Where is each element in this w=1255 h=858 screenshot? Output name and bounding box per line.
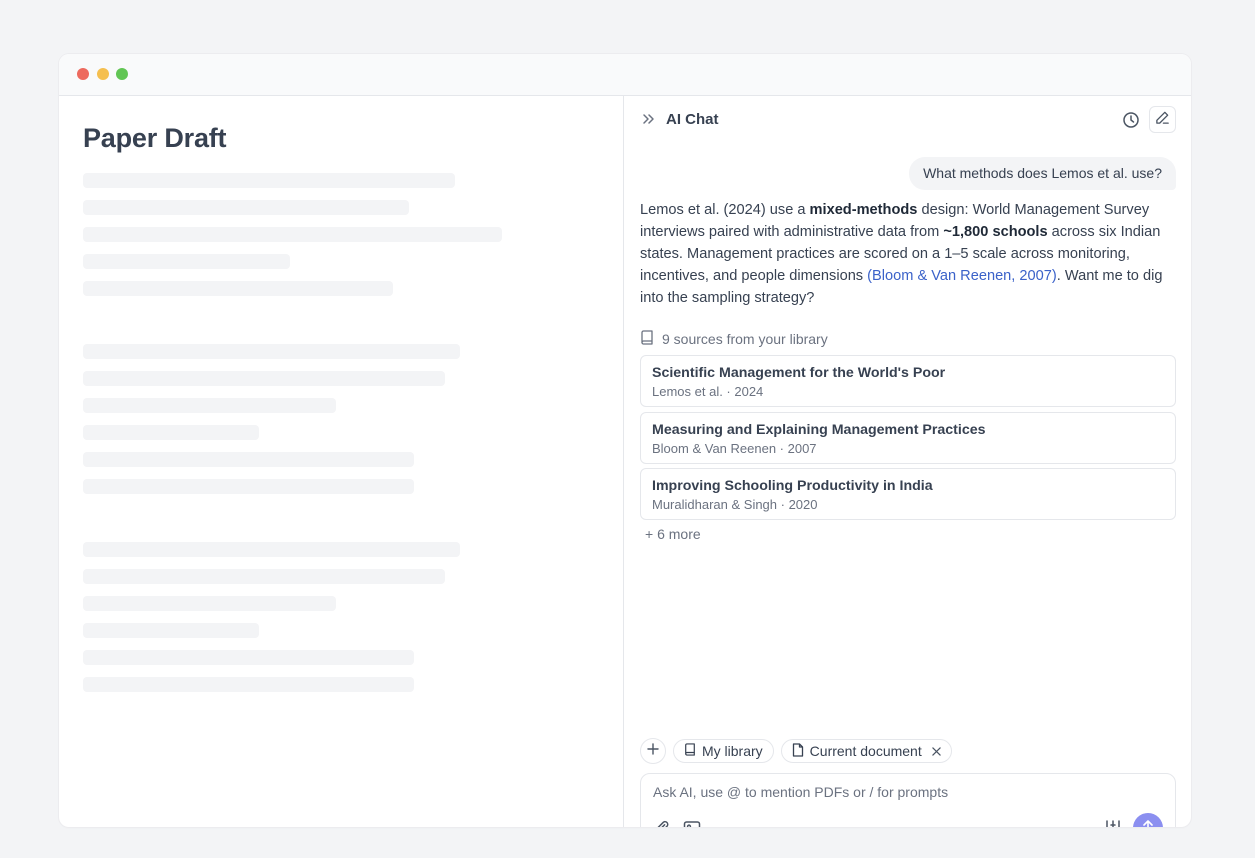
source-meta: Muralidharan & Singh · 2020	[652, 497, 818, 512]
text-placeholder-line	[83, 398, 336, 413]
close-icon[interactable]	[932, 743, 941, 759]
text-placeholder-line	[83, 677, 414, 692]
sources-count-label: 9 sources from your library	[662, 331, 828, 347]
source-meta: Lemos et al. · 2024	[652, 384, 764, 399]
source-title: Improving Schooling Productivity in Indi…	[652, 478, 933, 494]
text-placeholder-line	[83, 371, 445, 386]
source-card[interactable]: Measuring and Explaining Management Prac…	[640, 412, 1176, 464]
window-close-dot[interactable]	[77, 68, 89, 80]
source-card[interactable]: Improving Schooling Productivity in Indi…	[640, 468, 1176, 520]
text-placeholder-line	[83, 200, 409, 215]
window-titlebar	[59, 54, 1191, 96]
current-document-chip-label: Current document	[809, 743, 922, 759]
ai-response-text: Lemos et al. (2024) use a	[640, 202, 810, 218]
ai-response-bold: mixed-methods	[809, 202, 918, 218]
text-placeholder-line	[83, 344, 460, 359]
text-placeholder-line	[83, 173, 455, 188]
text-placeholder-line	[83, 542, 460, 557]
image-icon[interactable]	[682, 819, 702, 827]
ai-chat-panel: AI Chat What methods does Lemos et al. u…	[625, 96, 1191, 827]
citation-link[interactable]: (Bloom & Van Reenen, 2007)	[867, 268, 1057, 284]
clock-icon[interactable]	[1122, 111, 1140, 129]
text-placeholder-line	[83, 254, 290, 269]
text-placeholder-line	[83, 623, 259, 638]
text-placeholder-line	[83, 452, 414, 467]
sliders-icon[interactable]	[1103, 818, 1123, 827]
more-sources-link[interactable]: + 6 more	[645, 526, 701, 542]
chat-header: AI Chat	[625, 96, 1191, 144]
text-placeholder-line	[83, 479, 414, 494]
app-window: Paper Draft AI Chat What methods does Le…	[59, 54, 1191, 827]
book-icon	[684, 743, 696, 759]
text-placeholder-line	[83, 227, 502, 242]
text-placeholder-line	[83, 425, 259, 440]
text-placeholder-line	[83, 281, 393, 296]
add-context-button[interactable]	[640, 738, 666, 764]
ai-response: Lemos et al. (2024) use a mixed-methods …	[640, 199, 1176, 309]
ai-response-bold: ~1,800 schools	[943, 224, 1048, 240]
text-placeholder-line	[83, 596, 336, 611]
book-icon	[640, 330, 654, 348]
paperclip-icon[interactable]	[653, 819, 673, 827]
double-chevron-right-icon[interactable]	[640, 111, 656, 127]
file-icon	[792, 742, 804, 760]
window-maximize-dot[interactable]	[116, 68, 128, 80]
send-button[interactable]	[1133, 813, 1163, 827]
new-chat-button[interactable]	[1149, 106, 1176, 133]
plus-icon	[647, 742, 659, 760]
library-chip-label: My library	[702, 743, 763, 759]
window-minimize-dot[interactable]	[97, 68, 109, 80]
source-title: Measuring and Explaining Management Prac…	[652, 422, 986, 438]
chat-input[interactable]	[653, 784, 1153, 800]
source-card[interactable]: Scientific Management for the World's Po…	[640, 355, 1176, 407]
document-pane: Paper Draft	[59, 96, 624, 827]
chat-title: AI Chat	[666, 111, 719, 128]
context-chips-row: My library Current document	[640, 738, 952, 764]
text-placeholder-line	[83, 650, 414, 665]
document-title[interactable]: Paper Draft	[83, 123, 227, 154]
library-chip[interactable]: My library	[673, 739, 774, 763]
arrow-up-icon	[1141, 819, 1155, 827]
user-message-bubble: What methods does Lemos et al. use?	[909, 157, 1176, 190]
current-document-chip[interactable]: Current document	[780, 739, 952, 763]
sources-header: 9 sources from your library	[640, 330, 828, 348]
source-title: Scientific Management for the World's Po…	[652, 365, 946, 381]
text-placeholder-line	[83, 569, 445, 584]
source-meta: Bloom & Van Reenen · 2007	[652, 441, 817, 456]
chat-composer	[640, 773, 1176, 827]
pencil-icon	[1155, 110, 1170, 130]
